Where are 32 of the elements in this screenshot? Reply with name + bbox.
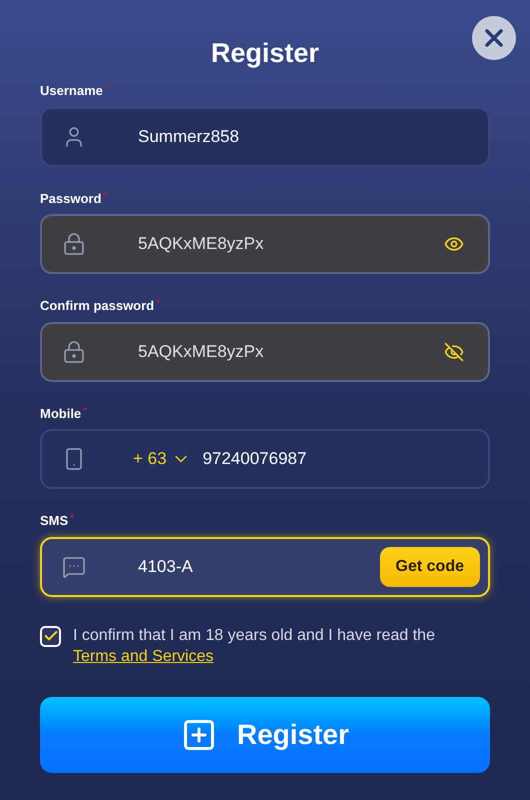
code-input[interactable]: 4103-A [138, 554, 380, 580]
field-label: Mobile [40, 404, 82, 422]
field-label: SMS [40, 512, 68, 530]
consent-checkbox[interactable] [40, 626, 61, 646]
password-field[interactable]: 5AQKxME8yzPx [40, 214, 490, 274]
eye-off-icon[interactable] [444, 342, 464, 362]
phone-number-input[interactable]: 97240076987 [202, 446, 480, 472]
required-mark: * [83, 404, 88, 418]
username-input[interactable]: Summerz858 [138, 124, 480, 150]
field-label: Confirm password [40, 297, 154, 315]
message-icon [62, 554, 86, 578]
mobile-field[interactable]: + 63 97240076987 [40, 429, 490, 489]
sms-code-field[interactable]: 4103-A Get code [40, 536, 490, 596]
get-code-button[interactable]: Get code [380, 546, 480, 586]
close-button[interactable] [472, 16, 516, 60]
required-mark: * [156, 297, 160, 311]
username-field[interactable]: Summerz858 [40, 106, 490, 166]
register-button[interactable]: Register [40, 696, 490, 772]
lock-icon [62, 232, 86, 256]
field-label: Username [40, 82, 103, 100]
required-mark: * [103, 190, 108, 204]
country-code-select[interactable]: + 63 [133, 446, 191, 472]
consent-text: I confirm that I am 18 years old and I have read the Terms and Services [73, 626, 436, 666]
dialog-title: Register [210, 37, 320, 69]
required-mark: * [70, 512, 74, 526]
password-input[interactable]: 5AQKxME8yzPx [138, 231, 444, 257]
lock-icon [62, 340, 86, 364]
password-field[interactable]: 5AQKxME8yzPx [40, 322, 490, 382]
password-input[interactable]: 5AQKxME8yzPx [138, 338, 444, 364]
required-mark: * [104, 82, 109, 96]
field-label: Password [40, 190, 102, 208]
terms-link[interactable]: Terms and Services [73, 648, 214, 664]
